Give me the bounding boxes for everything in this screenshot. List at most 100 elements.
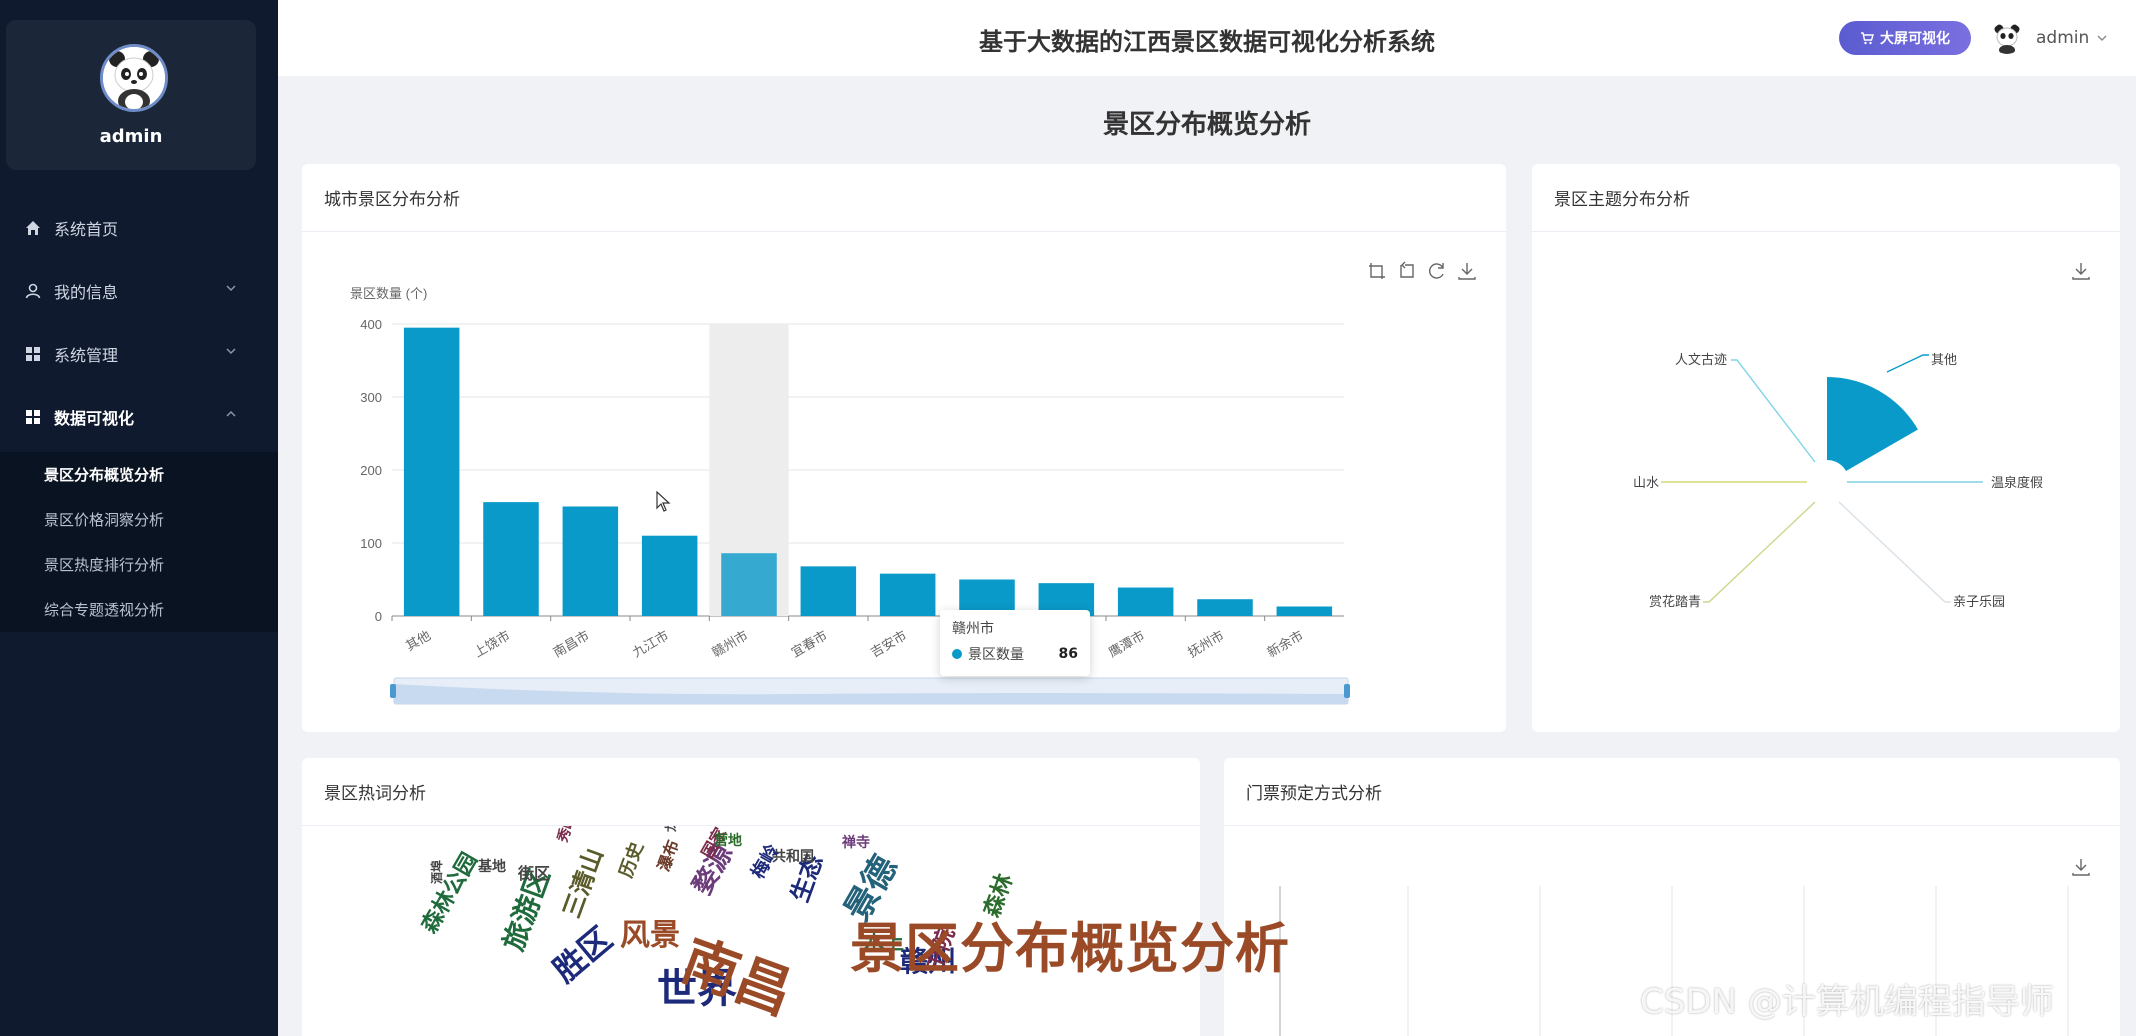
slice-label: 赏花踏青 bbox=[1649, 594, 1701, 609]
panda-icon bbox=[1994, 24, 2020, 54]
sidebar-item-my-info[interactable]: 我的信息 bbox=[0, 259, 278, 322]
cloud-word: 瀑布 bbox=[655, 837, 683, 874]
card-body: 景区数量 (个) 0 100 200 300 400 其他 上饶市 南昌市 九江市 赣州市 宜春市 吉安… bbox=[302, 232, 1506, 732]
slice-label: 其他 bbox=[1931, 352, 1957, 367]
sidebar-item-label: 数据可视化 bbox=[54, 408, 135, 428]
bar bbox=[641, 535, 698, 616]
y-axis-label: 景区数量 (个) bbox=[350, 286, 427, 301]
cloud-word: 胜区 bbox=[546, 920, 619, 989]
user-menu[interactable]: admin bbox=[2036, 28, 2089, 48]
bar bbox=[800, 566, 857, 616]
bar bbox=[721, 553, 777, 616]
x-tick-label: 其他 bbox=[403, 628, 433, 654]
x-tick-label: 鹰潭市 bbox=[1106, 628, 1147, 660]
cloud-word: 禅寺 bbox=[842, 834, 870, 850]
sidebar-item-label: 我的信息 bbox=[54, 282, 119, 302]
user-icon bbox=[24, 282, 42, 300]
cloud-word: 营地 bbox=[714, 832, 742, 848]
bar bbox=[483, 502, 539, 616]
bar bbox=[1117, 587, 1174, 616]
card-hotword: 景区热词分析 世界 南昌 风景 旅游区 赣州 森林 生态 景德 水上 婺源 历史 瀑布 国家 基地 街区 书院… bbox=[302, 758, 1200, 1036]
cloud-word: 历史 bbox=[615, 839, 647, 881]
submenu-item-distribution[interactable]: 景区分布概览分析 bbox=[0, 452, 278, 497]
x-tick-label: 吉安市 bbox=[868, 628, 909, 660]
chevron-up-icon bbox=[226, 410, 236, 417]
cloud-word: 风景 bbox=[620, 919, 680, 952]
profile-card: admin bbox=[6, 20, 256, 170]
bar-chart[interactable]: 景区数量 (个) 0 100 200 300 400 其他 上饶市 南昌市 九江市 赣州市 宜春市 吉安… bbox=[302, 232, 1506, 732]
cloud-word: 酒埠 bbox=[430, 859, 444, 884]
cloud-word: 三清山 bbox=[558, 844, 609, 922]
user-avatar[interactable] bbox=[1991, 22, 2023, 54]
sidebar: admin 系统首页 我的信息 系统管理 数据可视化 景区分布概览分析 景区价格… bbox=[0, 0, 278, 1036]
chevron-down-icon bbox=[226, 285, 236, 292]
cloud-word: 龙源 bbox=[662, 826, 679, 832]
bar bbox=[879, 573, 936, 616]
card-title: 景区热词分析 bbox=[302, 758, 1200, 826]
top-bar: 基于大数据的江西景区数据可视化分析系统 大屏可视化 admin bbox=[278, 0, 2136, 76]
submenu-label: 景区价格洞察分析 bbox=[44, 511, 165, 529]
cloud-word: 基地 bbox=[478, 858, 506, 874]
datazoom-handle-left bbox=[390, 684, 396, 698]
y-tick-label: 200 bbox=[360, 463, 382, 478]
x-tick-label: 新余市 bbox=[1265, 628, 1306, 660]
x-tick-label: 宜春市 bbox=[789, 628, 830, 660]
overlay-title: 景区分布概览分析 bbox=[850, 917, 1290, 980]
y-tick-label: 100 bbox=[360, 536, 382, 551]
card-city-distribution: 城市景区分布分析 景区数量 (个) 0 100 200 300 400 其他 上饶市 南昌市 九江… bbox=[302, 164, 1506, 732]
card-body: 其他 温泉度假 亲子乐园 赏花踏青 山水 人文古迹 bbox=[1532, 232, 2120, 732]
series-dot bbox=[952, 649, 962, 659]
bigscreen-label: 大屏可视化 bbox=[1880, 31, 1950, 47]
y-tick-label: 400 bbox=[360, 317, 382, 332]
bigscreen-button[interactable]: 大屏可视化 bbox=[1839, 21, 1971, 55]
submenu-item-price[interactable]: 景区价格洞察分析 bbox=[0, 497, 278, 542]
y-tick-label: 300 bbox=[360, 390, 382, 405]
x-tick-label: 上饶市 bbox=[471, 628, 512, 660]
submenu-label: 景区热度排行分析 bbox=[44, 556, 165, 574]
datazoom-handle-right bbox=[1344, 684, 1350, 698]
chart-tooltip: 赣州市 景区数量 86 bbox=[940, 610, 1090, 676]
label-line bbox=[1838, 501, 1951, 603]
cart-icon bbox=[1861, 32, 1874, 45]
y-tick-label: 0 bbox=[375, 609, 382, 624]
card-title: 门票预定方式分析 bbox=[1224, 758, 2120, 826]
grid-icon bbox=[24, 345, 42, 363]
x-tick-label: 南昌市 bbox=[551, 628, 592, 660]
sidebar-item-label: 系统管理 bbox=[54, 345, 119, 365]
tooltip-title: 赣州市 bbox=[952, 621, 994, 637]
tooltip-series: 景区数量 bbox=[968, 647, 1024, 663]
grid-icon bbox=[24, 408, 42, 426]
watermark: CSDN @计算机编程指导师 bbox=[1640, 982, 2054, 1022]
cloud-word: 街区 bbox=[518, 866, 551, 883]
slice-label: 温泉度假 bbox=[1991, 475, 2043, 490]
submenu-item-heat[interactable]: 景区热度排行分析 bbox=[0, 542, 278, 587]
submenu-label: 综合专题透视分析 bbox=[44, 601, 165, 619]
page-title: 景区分布概览分析 bbox=[1102, 110, 1311, 140]
sidebar-item-home[interactable]: 系统首页 bbox=[0, 196, 278, 259]
submenu-item-topic[interactable]: 综合专题透视分析 bbox=[0, 587, 278, 632]
sidebar-menu: 系统首页 我的信息 系统管理 数据可视化 景区分布概览分析 景区价格洞察分析 景… bbox=[0, 196, 278, 632]
sidebar-item-visualization[interactable]: 数据可视化 bbox=[0, 385, 278, 448]
panda-icon bbox=[103, 47, 165, 109]
x-tick-label: 九江市 bbox=[630, 628, 671, 660]
home-icon bbox=[24, 219, 42, 237]
tooltip-value: 86 bbox=[1058, 646, 1078, 662]
chevron-down-icon bbox=[226, 348, 236, 355]
avatar[interactable] bbox=[100, 44, 168, 112]
profile-name: admin bbox=[99, 126, 163, 147]
sidebar-item-system[interactable]: 系统管理 bbox=[0, 322, 278, 385]
bar bbox=[562, 506, 619, 616]
slice-label: 山水 bbox=[1633, 475, 1659, 490]
rose-chart[interactable]: 其他温泉度假亲子乐园 赏花踏青 山水 人文古迹 bbox=[1532, 232, 2120, 732]
x-tick-label: 赣州市 bbox=[709, 628, 750, 660]
card-title: 城市景区分布分析 bbox=[302, 164, 1506, 232]
submenu-visualization: 景区分布概览分析 景区价格洞察分析 景区热度排行分析 综合专题透视分析 bbox=[0, 452, 278, 632]
label-line bbox=[1703, 501, 1816, 603]
bar bbox=[1197, 599, 1253, 616]
submenu-label: 景区分布概览分析 bbox=[44, 466, 165, 484]
bar bbox=[1276, 606, 1333, 616]
slice-label: 人文古迹 bbox=[1675, 352, 1727, 367]
bar bbox=[403, 327, 460, 616]
label-line bbox=[1731, 359, 1816, 463]
chevron-down-icon[interactable] bbox=[2096, 32, 2108, 44]
